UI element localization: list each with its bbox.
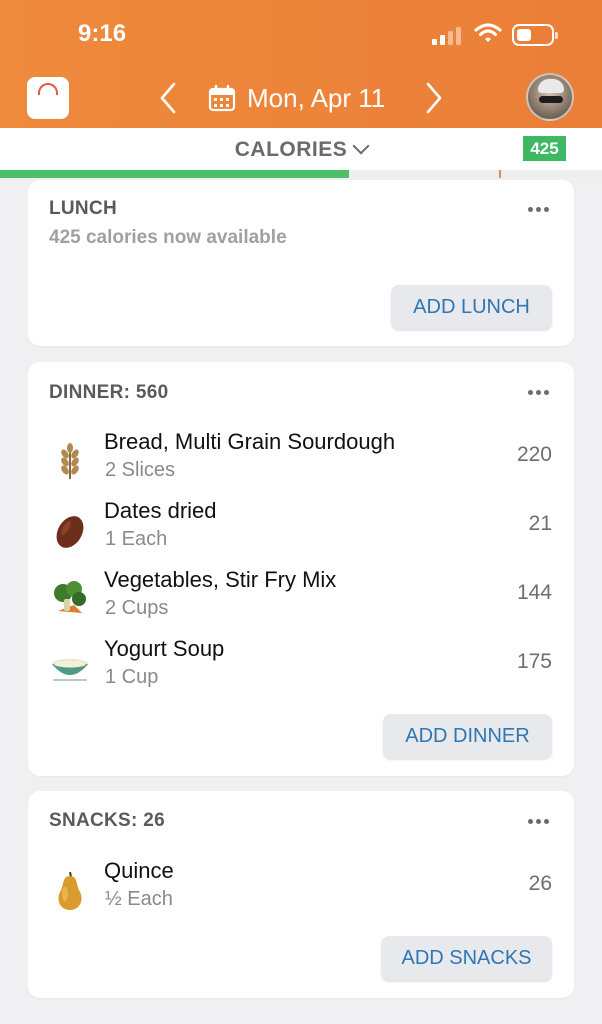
dinner-card: DINNER: 560 Bread, Multi Grain Sourdough…: [28, 362, 574, 776]
lunch-title: LUNCH: [49, 198, 117, 219]
food-serving: ½ Each: [105, 888, 173, 910]
date-fruit-icon: [56, 516, 84, 548]
battery-icon: [512, 24, 558, 46]
food-serving: 2 Cups: [105, 597, 169, 619]
add-lunch-button[interactable]: ADD LUNCH: [391, 285, 552, 329]
snacks-title: SNACKS: 26: [49, 810, 165, 831]
food-item[interactable]: Vegetables, Stir Fry Mix 2 Cups 144: [28, 567, 574, 635]
calorie-budget-marker: [499, 170, 501, 178]
calorie-progress-fill: [0, 170, 350, 178]
food-name: Yogurt Soup: [104, 636, 225, 661]
calories-remaining-badge: 425: [523, 136, 566, 161]
status-time: 9:16: [78, 20, 127, 47]
food-item[interactable]: Yogurt Soup 1 Cup 175: [28, 636, 574, 704]
chevron-down-icon: [352, 137, 370, 155]
cellular-signal-icon: [432, 27, 464, 45]
calories-label: CALORIES: [234, 138, 348, 161]
lunch-card: LUNCH 425 calories now available ADD LUN…: [28, 180, 574, 346]
food-item[interactable]: Quince ½ Each 26: [28, 858, 574, 926]
chevron-left-icon[interactable]: [156, 80, 180, 116]
soup-bowl-icon: [52, 659, 88, 681]
wifi-icon: [474, 23, 502, 42]
dinner-title: DINNER: 560: [49, 382, 169, 403]
food-name: Bread, Multi Grain Sourdough: [104, 429, 396, 454]
wheat-icon: [61, 443, 79, 479]
food-serving: 1 Each: [105, 528, 168, 550]
dinner-more-icon[interactable]: [528, 388, 550, 396]
food-calories: 175: [516, 650, 552, 673]
calorie-progress-bar: [0, 170, 602, 178]
avatar[interactable]: [526, 73, 574, 121]
add-dinner-button[interactable]: ADD DINNER: [383, 714, 552, 758]
calendar-icon[interactable]: [208, 84, 236, 112]
add-snacks-button[interactable]: ADD SNACKS: [381, 936, 552, 980]
food-calories: 26: [528, 872, 552, 895]
chevron-right-icon[interactable]: [422, 80, 446, 116]
app-header: 9:16 Mon, Apr 11: [0, 0, 602, 128]
snacks-card: SNACKS: 26 Quince ½ Each 26 ADD SNACKS: [28, 791, 574, 998]
snacks-more-icon[interactable]: [528, 817, 550, 825]
scale-icon[interactable]: [27, 77, 69, 119]
date-selector[interactable]: Mon, Apr 11: [247, 83, 385, 114]
food-serving: 2 Slices: [105, 459, 176, 481]
lunch-more-icon[interactable]: [528, 205, 550, 213]
food-calories: 21: [528, 512, 552, 535]
food-calories: 220: [516, 443, 552, 466]
vegetables-icon: [54, 581, 86, 613]
quince-icon: [58, 871, 82, 910]
food-name: Vegetables, Stir Fry Mix: [104, 567, 337, 592]
food-calories: 144: [516, 581, 552, 604]
food-item[interactable]: Dates dried 1 Each 21: [28, 498, 574, 566]
lunch-available-text: 425 calories now available: [49, 227, 287, 248]
food-item[interactable]: Bread, Multi Grain Sourdough 2 Slices 22…: [28, 429, 574, 497]
calories-dropdown[interactable]: CALORIES: [0, 137, 602, 162]
food-name: Dates dried: [104, 498, 217, 523]
food-name: Quince: [104, 858, 174, 883]
food-serving: 1 Cup: [105, 666, 159, 688]
